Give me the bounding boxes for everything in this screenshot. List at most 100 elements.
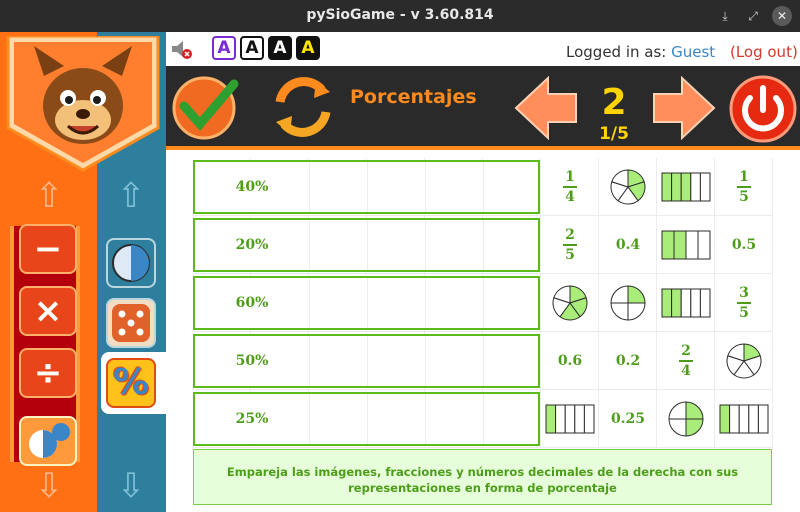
fraction-choice[interactable]: 14 (542, 159, 598, 215)
slot-divider (367, 278, 368, 328)
previous-level-icon[interactable] (514, 74, 580, 142)
multiply-button[interactable]: × (19, 286, 77, 336)
fraction-numerator: 2 (563, 228, 577, 246)
logout-link[interactable]: (Log out) (730, 43, 798, 61)
category-fractions-button[interactable] (106, 238, 156, 288)
slot-divider (483, 336, 484, 386)
dice-icon (112, 304, 150, 342)
decimal-choice[interactable]: 0.2 (600, 333, 656, 389)
fraction-value: 15 (737, 170, 751, 204)
pie-choice[interactable] (716, 333, 772, 389)
fraction-choice[interactable]: 25 (542, 217, 598, 273)
fraction-denominator: 4 (681, 363, 691, 379)
percentage-label: 40% (235, 179, 269, 195)
pie-fraction-icon (668, 401, 704, 437)
decimal-choice[interactable]: 0.4 (600, 217, 656, 273)
slot-divider (425, 278, 426, 328)
decimal-value: 0.4 (615, 237, 641, 253)
slot-divider (309, 336, 310, 386)
subtract-button[interactable]: − (19, 224, 77, 274)
categories-scroll-up-icon[interactable]: ⇧ (106, 176, 156, 216)
pie-fraction-icon (610, 169, 646, 205)
pie-choice[interactable] (658, 391, 714, 447)
half-circle-icon (112, 244, 150, 282)
answer-row[interactable]: 40% (193, 160, 540, 214)
fraction-numerator: 3 (737, 286, 751, 304)
font-style-black-button[interactable]: A (268, 36, 292, 60)
slot-divider (425, 336, 426, 386)
decimal-choice[interactable]: 0.6 (542, 333, 598, 389)
category-dice-button[interactable] (106, 298, 156, 348)
bar-choice[interactable] (658, 275, 714, 331)
slot-divider (309, 278, 310, 328)
category-percentages-button[interactable]: % (106, 358, 156, 408)
slot-divider (483, 162, 484, 212)
fraction-numerator: 1 (563, 170, 577, 188)
bar-fraction-icon (719, 404, 769, 434)
level-number: 2 (601, 82, 627, 123)
answer-row[interactable]: 60% (193, 276, 540, 330)
slot-divider (425, 220, 426, 270)
fraction-choice[interactable]: 24 (658, 333, 714, 389)
decimal-value: 0.2 (615, 353, 641, 369)
slot-divider (309, 162, 310, 212)
fraction-denominator: 5 (739, 305, 749, 321)
bar-fraction-icon (545, 404, 595, 434)
window-title: pySioGame - v 3.60.814 (306, 7, 494, 23)
decimal-choice[interactable]: 0.25 (600, 391, 656, 447)
slot-divider (367, 162, 368, 212)
percentage-label: 60% (235, 295, 269, 311)
login-prefix: Logged in as: (566, 43, 667, 61)
percentage-label: 50% (235, 353, 269, 369)
answer-row[interactable]: 25% (193, 392, 540, 446)
login-username: Guest (671, 43, 716, 61)
refresh-icon[interactable] (268, 72, 338, 142)
fraction-choice[interactable]: 15 (716, 159, 772, 215)
maximize-icon[interactable]: ⤢ (744, 7, 762, 25)
font-style-purple-button[interactable]: A (212, 36, 236, 60)
pie-chart-icon (29, 423, 70, 458)
answer-row[interactable]: 50% (193, 334, 540, 388)
pie-choice[interactable] (600, 159, 656, 215)
slot-divider (483, 220, 484, 270)
operations-scroll-down-icon[interactable]: ⇩ (24, 466, 74, 506)
level-progress: 1/5 (599, 124, 629, 144)
power-icon[interactable] (728, 74, 798, 144)
fraction-choice[interactable]: 35 (716, 275, 772, 331)
bar-choice[interactable] (716, 391, 772, 447)
pie-choice[interactable] (600, 275, 656, 331)
minimize-icon[interactable]: ⤓ (716, 7, 734, 25)
pie-choice[interactable] (542, 275, 598, 331)
bar-fraction-icon (661, 172, 711, 202)
next-level-icon[interactable] (650, 74, 716, 142)
pie-fraction-icon (610, 285, 646, 321)
bar-choice[interactable] (542, 391, 598, 447)
font-style-yellow-button[interactable]: A (296, 36, 320, 60)
operations-scroll-up-icon[interactable]: ⇧ (24, 176, 74, 216)
decimal-choice[interactable]: 0.5 (716, 217, 772, 273)
decimal-value: 0.25 (610, 411, 646, 427)
fraction-value: 25 (563, 228, 577, 262)
logo-badge[interactable] (4, 36, 162, 172)
fraction-denominator: 5 (565, 247, 575, 263)
decimal-value: 0.5 (731, 237, 757, 253)
sound-muted-icon[interactable] (170, 38, 194, 60)
fraction-value: 24 (679, 344, 693, 378)
fraction-value: 14 (563, 170, 577, 204)
slot-divider (367, 336, 368, 386)
pie-fraction-icon (552, 285, 588, 321)
bar-choice[interactable] (658, 217, 714, 273)
fraction-denominator: 5 (739, 189, 749, 205)
check-answer-button[interactable] (170, 72, 240, 142)
categories-scroll-down-icon[interactable]: ⇩ (106, 466, 156, 506)
answer-row[interactable]: 20% (193, 218, 540, 272)
fraction-value: 35 (737, 286, 751, 320)
bar-choice[interactable] (658, 159, 714, 215)
fractions-game-button[interactable] (19, 416, 77, 466)
bar-fraction-icon (661, 230, 711, 260)
font-style-white-button[interactable]: A (240, 36, 264, 60)
pie-fraction-icon (726, 343, 762, 379)
divide-button[interactable]: ÷ (19, 348, 77, 398)
slot-divider (309, 220, 310, 270)
close-icon[interactable]: ✕ (772, 6, 792, 26)
